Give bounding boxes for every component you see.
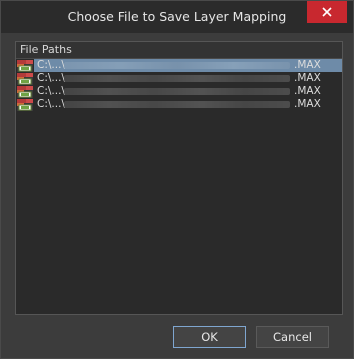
layer-file-icon: [17, 99, 33, 111]
layer-file-icon: [17, 60, 33, 72]
file-row[interactable]: C:\...\ .MAX: [16, 72, 342, 85]
file-extension: .MAX: [294, 85, 321, 97]
title-bar: Choose File to Save Layer Mapping: [1, 1, 353, 33]
file-row[interactable]: C:\...\ .MAX: [16, 85, 342, 98]
file-path-prefix: C:\...\: [37, 98, 65, 110]
dialog-title: Choose File to Save Layer Mapping: [67, 9, 287, 24]
redacted-path: [64, 62, 290, 69]
file-row[interactable]: C:\...\ .MAX: [16, 98, 342, 111]
file-row[interactable]: C:\...\ .MAX: [16, 59, 342, 72]
file-extension: .MAX: [294, 59, 321, 71]
column-header-file-paths[interactable]: File Paths: [16, 42, 342, 59]
redacted-path: [64, 88, 290, 95]
file-extension: .MAX: [294, 98, 321, 110]
file-path-prefix: C:\...\: [37, 85, 65, 97]
close-icon: [322, 7, 332, 17]
redacted-path: [64, 75, 290, 82]
close-button[interactable]: [307, 1, 347, 23]
ok-button[interactable]: OK: [173, 326, 246, 348]
file-rows: C:\...\ .MAX C:\...\ .MAX C:\...\ .MAX C…: [16, 59, 342, 111]
file-path-prefix: C:\...\: [37, 72, 65, 84]
dialog-window: Choose File to Save Layer Mapping File P…: [0, 0, 354, 359]
layer-file-icon: [17, 86, 33, 98]
layer-file-icon: [17, 73, 33, 85]
file-path-prefix: C:\...\: [37, 59, 65, 71]
redacted-path: [64, 101, 290, 108]
column-header-label: File Paths: [20, 43, 72, 56]
cancel-button[interactable]: Cancel: [256, 326, 329, 348]
file-paths-list[interactable]: File Paths C:\...\ .MAX C:\...\ .MAX C:\…: [15, 41, 343, 315]
file-extension: .MAX: [294, 72, 321, 84]
